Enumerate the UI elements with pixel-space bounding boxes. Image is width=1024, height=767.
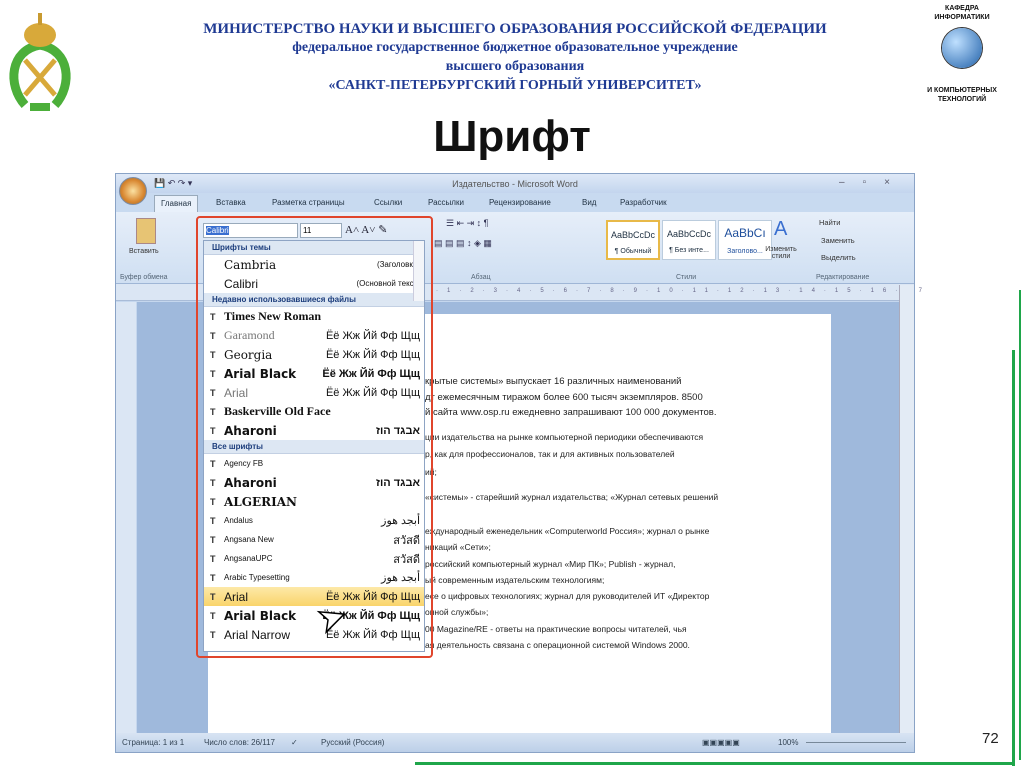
document-line: крытые системы» выпускает 16 различных н… <box>425 376 682 387</box>
university-crest-logo <box>5 5 75 115</box>
vertical-ruler <box>116 302 136 734</box>
editing-group-label: Редактирование <box>816 274 870 281</box>
ministry-line: МИНИСТЕРСТВО НАУКИ И ВЫСШЕГО ОБРАЗОВАНИЯ… <box>203 21 827 37</box>
slide-title: Шрифт <box>433 112 591 161</box>
clipboard-group-label: Буфер обмена <box>120 274 168 281</box>
education-level-line: высшего образования <box>445 59 585 74</box>
window-controls[interactable]: –▫× <box>839 177 908 188</box>
document-line: «системы» - старейший журнал издательств… <box>425 492 719 502</box>
change-styles-icon: A <box>774 218 788 240</box>
document-line: ая деятельность связана с операционной с… <box>425 640 690 650</box>
decor-line <box>1012 350 1015 766</box>
document-line: ый современным издательским технологиям; <box>425 575 605 585</box>
status-bar: Страница: 1 из 1 Число слов: 26/117 ✓ Ру… <box>116 733 914 752</box>
style-name: ¶ Без инте... <box>669 247 709 254</box>
paragraph-buttons[interactable]: ☰ ⇤ ⇥ ↕ ¶ <box>446 218 489 229</box>
globe-icon <box>942 28 982 68</box>
style-normal[interactable]: AaBbCcDc ¶ Обычный <box>606 220 660 260</box>
department-logo: КАФЕДРА ИНФОРМАТИКИ И КОМПЬЮТЕРНЫХ ТЕХНО… <box>918 4 1006 116</box>
style-preview: AaBbCı <box>724 226 766 240</box>
paste-icon[interactable] <box>136 218 156 244</box>
document-line: никаций «Сети»; <box>425 542 491 552</box>
paragraph-group-label: Абзац <box>471 274 491 281</box>
style-preview: AaBbCcDc <box>610 230 655 240</box>
change-styles-button[interactable]: Изменить стили <box>761 246 801 260</box>
tab-view[interactable]: Вид <box>582 198 596 207</box>
page-number: 72 <box>982 730 999 747</box>
page-count[interactable]: Страница: 1 из 1 <box>122 738 184 747</box>
spellcheck-icon[interactable]: ✓ <box>291 738 298 747</box>
window-title: Издательство - Microsoft Word <box>452 179 578 189</box>
document-line: онной службы»; <box>425 607 489 617</box>
office-button[interactable] <box>119 177 147 205</box>
language[interactable]: Русский (Россия) <box>321 738 384 747</box>
highlight-frame <box>196 216 433 658</box>
tab-review[interactable]: Рецензирование <box>489 198 551 207</box>
document-line: еждународный еженедельник «Computerworld… <box>425 526 710 536</box>
zoom-level[interactable]: 100% <box>778 738 798 747</box>
styles-group-label: Стили <box>676 274 697 281</box>
tab-home[interactable]: Главная <box>154 195 199 212</box>
title-bar: 💾 ↶ ↷ ▾ Издательство - Microsoft Word –▫… <box>116 174 914 205</box>
vertical-scrollbar[interactable] <box>899 285 914 735</box>
document-line: есе о цифровых технологиях; журнал для р… <box>425 591 710 601</box>
align-buttons[interactable]: ▤ ▤ ▤ ↕ ◈ ▦ <box>434 238 492 249</box>
document-line: дт ежемесячным тиражом более 600 тысяч э… <box>425 392 703 403</box>
tab-page-layout[interactable]: Разметка страницы <box>272 198 345 207</box>
style-no-spacing[interactable]: AaBbCcDc ¶ Без инте... <box>662 220 716 260</box>
view-buttons[interactable]: ▣▣▣▣▣ <box>702 738 740 747</box>
document-line: ции издательства на рынке компьютерной п… <box>425 432 704 442</box>
tab-mailings[interactable]: Рассылки <box>428 198 464 207</box>
decor-line <box>1019 290 1021 760</box>
word-count[interactable]: Число слов: 26/117 <box>204 738 275 747</box>
dept-logo-bottom-text: И КОМПЬЮТЕРНЫХ ТЕХНОЛОГИЙ <box>927 87 997 103</box>
paste-button[interactable]: Вставить <box>129 248 159 255</box>
document-line: й сайта www.osp.ru ежедневно запрашивают… <box>425 407 717 418</box>
zoom-slider[interactable] <box>806 742 906 743</box>
style-preview: AaBbCcDc <box>666 229 711 239</box>
university-name-line: «САНКТ-ПЕТЕРБУРГСКИЙ ГОРНЫЙ УНИВЕРСИТЕТ» <box>328 78 702 93</box>
style-name: ¶ Обычный <box>614 248 652 255</box>
decor-line <box>415 762 1015 765</box>
document-line: российский компьютерный журнал «Мир ПК»;… <box>425 559 676 569</box>
tab-insert[interactable]: Вставка <box>216 198 246 207</box>
select-button[interactable]: Выделить <box>821 253 856 262</box>
tab-developer[interactable]: Разработчик <box>620 198 667 207</box>
tab-references[interactable]: Ссылки <box>374 198 402 207</box>
document-line: р, как для профессионалов, так и для акт… <box>425 449 675 459</box>
ribbon-tabs: Главная Вставка Разметка страницы Ссылки… <box>116 193 914 212</box>
document-line: 00 Magazine/RE - ответы на практические … <box>425 624 687 634</box>
slide-header: МИНИСТЕРСТВО НАУКИ И ВЫСШЕГО ОБРАЗОВАНИЯ… <box>130 20 900 95</box>
institution-type-line: федеральное государственное бюджетное об… <box>292 40 738 55</box>
find-button[interactable]: Найти <box>819 218 840 227</box>
dept-logo-top-text: КАФЕДРА ИНФОРМАТИКИ <box>934 5 990 21</box>
replace-button[interactable]: Заменить <box>821 236 855 245</box>
